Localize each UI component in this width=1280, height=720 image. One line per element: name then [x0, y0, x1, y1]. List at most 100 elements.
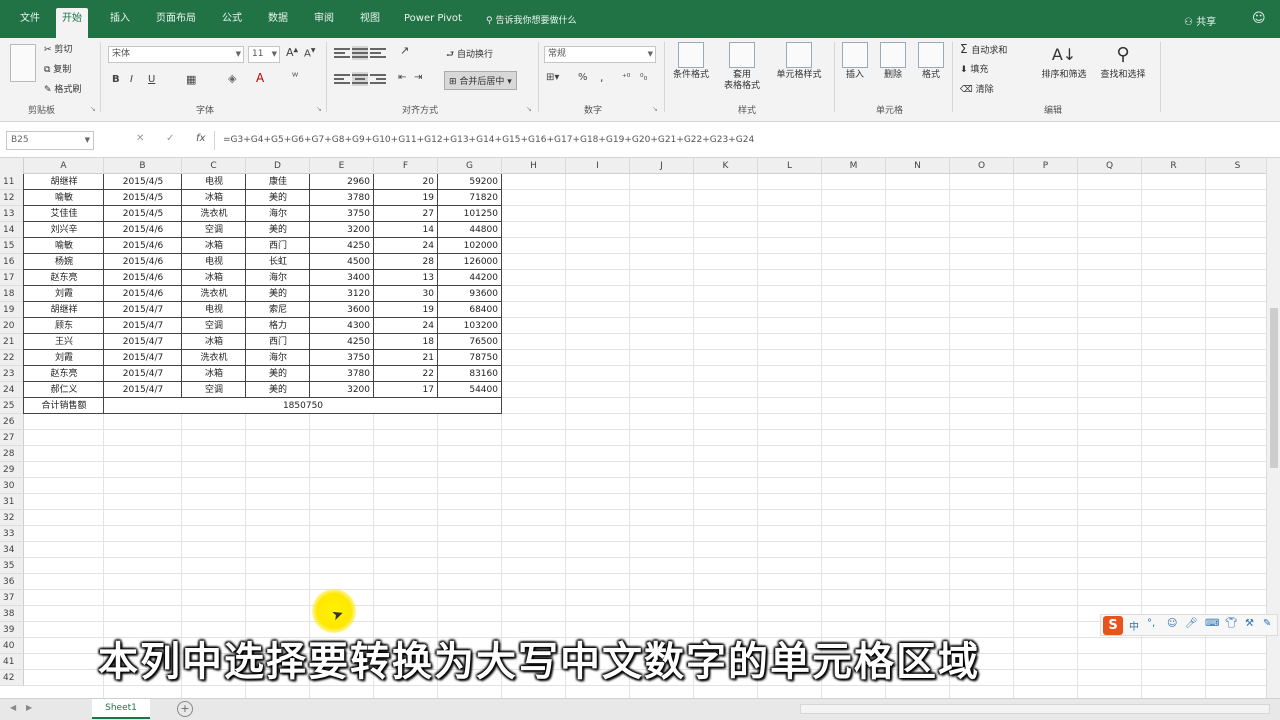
table-cell[interactable]: 康佳	[246, 174, 310, 190]
table-cell[interactable]: 赵东亮	[24, 270, 104, 286]
copy-button[interactable]: ⧉ 复制	[44, 62, 71, 75]
tab-insert[interactable]: 插入	[104, 8, 136, 38]
decrease-decimal-icon[interactable]: ⁰₀	[640, 73, 647, 83]
tab-view[interactable]: 视图	[354, 8, 386, 38]
table-cell[interactable]: 3780	[310, 366, 374, 382]
format-cells-button[interactable]: 格式	[914, 42, 948, 81]
column-header[interactable]: Q	[1078, 158, 1142, 174]
column-header[interactable]: R	[1142, 158, 1206, 174]
table-cell[interactable]: 2015/4/6	[104, 222, 182, 238]
table-cell[interactable]: 郝仁义	[24, 382, 104, 398]
column-header[interactable]: F	[374, 158, 438, 174]
table-cell[interactable]: 27	[374, 206, 438, 222]
table-cell[interactable]: 2015/4/7	[104, 366, 182, 382]
table-cell[interactable]: 78750	[438, 350, 502, 366]
table-cell[interactable]: 126000	[438, 254, 502, 270]
number-format-select[interactable]: 常规 ▼	[544, 46, 656, 63]
currency-icon[interactable]: ⊞▾	[546, 72, 559, 83]
column-header[interactable]: P	[1014, 158, 1078, 174]
row-header[interactable]: 39	[0, 622, 24, 638]
worksheet-grid[interactable]: ABCDEFGHIJKLMNOPQRS 11 12 13 14 15 16 17 18 19 20…	[0, 158, 1266, 698]
row-header[interactable]: 40	[0, 638, 24, 654]
table-cell[interactable]: 2015/4/5	[104, 206, 182, 222]
dialog-launcher-icon[interactable]: ↘	[90, 105, 96, 113]
table-cell[interactable]: 4500	[310, 254, 374, 270]
check-icon[interactable]: ✓	[166, 133, 174, 144]
conditional-format-button[interactable]: 条件格式	[668, 42, 714, 81]
column-header[interactable]: B	[104, 158, 182, 174]
format-painter-button[interactable]: ✎ 格式刷	[44, 82, 81, 95]
tab-page-layout[interactable]: 页面布局	[150, 8, 202, 38]
table-cell[interactable]: 冰箱	[182, 238, 246, 254]
merge-center-button[interactable]: ⊞ 合并后居中 ▾	[444, 71, 517, 90]
align-bottom-icon[interactable]	[370, 46, 386, 60]
increase-decimal-icon[interactable]: ⁺⁰	[622, 73, 630, 83]
sheet-tab-sheet1[interactable]: Sheet1	[92, 699, 150, 719]
row-header[interactable]: 30	[0, 478, 24, 494]
table-cell[interactable]: 4250	[310, 238, 374, 254]
table-cell[interactable]: 海尔	[246, 206, 310, 222]
dialog-launcher-icon[interactable]: ↘	[526, 105, 532, 113]
table-cell[interactable]: 刘兴辛	[24, 222, 104, 238]
scrollbar-thumb[interactable]	[1270, 308, 1278, 468]
cut-button[interactable]: ✂ 剪切	[44, 42, 72, 55]
table-cell[interactable]: 胡继祥	[24, 302, 104, 318]
clear-button[interactable]: ⌫ 清除	[960, 82, 994, 95]
table-cell[interactable]: 空调	[182, 318, 246, 334]
row-header[interactable]: 24	[0, 382, 24, 398]
skin-icon[interactable]: 👕︎	[1225, 618, 1238, 629]
font-name-select[interactable]: 宋体 ▼	[108, 46, 244, 63]
row-header[interactable]: 15	[0, 238, 24, 254]
wrench-icon[interactable]: ✎	[1263, 618, 1271, 629]
column-header[interactable]: C	[182, 158, 246, 174]
table-cell[interactable]: 美的	[246, 382, 310, 398]
table-cell[interactable]: 2015/4/5	[104, 190, 182, 206]
table-cell[interactable]: 3780	[310, 190, 374, 206]
table-cell[interactable]: 2015/4/7	[104, 302, 182, 318]
tab-formulas[interactable]: 公式	[216, 8, 248, 38]
column-header[interactable]: H	[502, 158, 566, 174]
row-header[interactable]: 31	[0, 494, 24, 510]
table-cell[interactable]: 20	[374, 174, 438, 190]
table-cell[interactable]: 2015/4/7	[104, 350, 182, 366]
phonetic-icon[interactable]: ᵂ	[292, 72, 298, 83]
table-cell[interactable]: 3200	[310, 222, 374, 238]
name-box[interactable]: B25 ▼	[6, 131, 94, 150]
column-header[interactable]: N	[886, 158, 950, 174]
table-cell[interactable]: 洗衣机	[182, 206, 246, 222]
tab-data[interactable]: 数据	[262, 8, 294, 38]
table-cell[interactable]: 艾佳佳	[24, 206, 104, 222]
table-cell[interactable]: 海尔	[246, 350, 310, 366]
table-cell[interactable]: 30	[374, 286, 438, 302]
row-header[interactable]: 36	[0, 574, 24, 590]
table-cell[interactable]: 喻敏	[24, 238, 104, 254]
table-cell[interactable]: 2015/4/5	[104, 174, 182, 190]
table-cell[interactable]: 电视	[182, 254, 246, 270]
table-cell[interactable]: 18	[374, 334, 438, 350]
table-cell[interactable]: 2015/4/6	[104, 286, 182, 302]
wrap-text-button[interactable]: ⮐ 自动换行	[446, 47, 493, 63]
table-cell[interactable]: 美的	[246, 190, 310, 206]
table-cell[interactable]: 索尼	[246, 302, 310, 318]
column-header[interactable]: A	[24, 158, 104, 174]
table-cell[interactable]: 93600	[438, 286, 502, 302]
row-header[interactable]: 18	[0, 286, 24, 302]
table-cell[interactable]: 3200	[310, 382, 374, 398]
table-cell[interactable]: 3400	[310, 270, 374, 286]
table-cell[interactable]: 杨婉	[24, 254, 104, 270]
column-header[interactable]: E	[310, 158, 374, 174]
table-cell[interactable]: 3120	[310, 286, 374, 302]
tab-file[interactable]: 文件	[14, 8, 46, 38]
table-cell[interactable]: 美的	[246, 366, 310, 382]
row-header[interactable]: 16	[0, 254, 24, 270]
table-cell[interactable]: 赵东亮	[24, 366, 104, 382]
horizontal-scrollbar[interactable]	[800, 704, 1270, 714]
row-header[interactable]: 41	[0, 654, 24, 670]
dialog-launcher-icon[interactable]: ↘	[316, 105, 322, 113]
table-cell[interactable]: 王兴	[24, 334, 104, 350]
row-header[interactable]: 20	[0, 318, 24, 334]
table-cell[interactable]: 2960	[310, 174, 374, 190]
table-cell[interactable]: 22	[374, 366, 438, 382]
tell-me-search[interactable]: ⚲ 告诉我你想要做什么	[486, 13, 576, 26]
table-cell[interactable]: 71820	[438, 190, 502, 206]
